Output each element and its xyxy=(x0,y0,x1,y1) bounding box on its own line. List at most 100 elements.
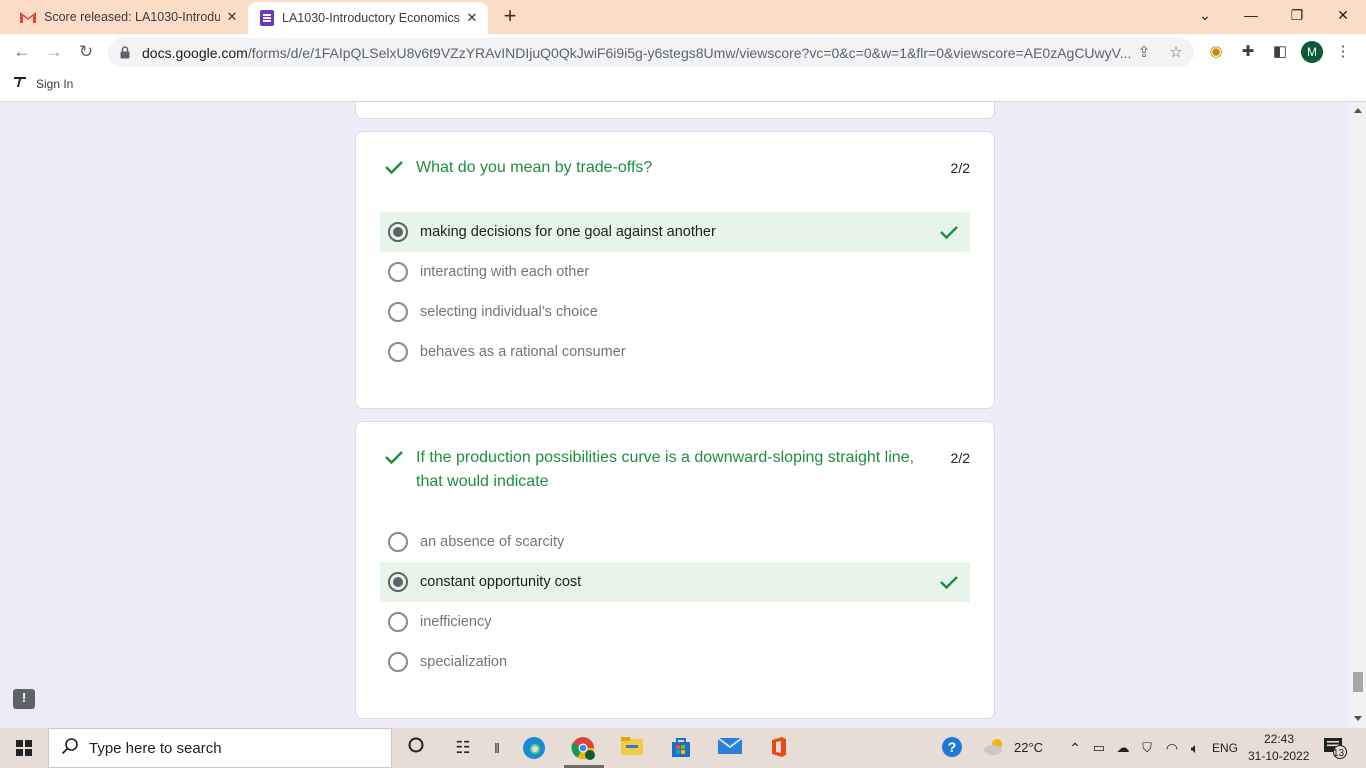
microsoft-store-icon[interactable] xyxy=(668,736,694,760)
tab-title: Score released: LA1030-Introduct xyxy=(44,10,220,24)
notification-count: 13 xyxy=(1333,748,1345,759)
scroll-thumb[interactable] xyxy=(1353,672,1363,692)
bookmark-star-icon[interactable]: ☆ xyxy=(1166,43,1186,63)
taskbar-search-box[interactable]: Type here to search xyxy=(48,728,392,768)
option-label: specialization xyxy=(420,654,508,670)
question-card: What do you mean by trade-offs? 2/2 maki… xyxy=(355,131,995,409)
tab-gmail[interactable]: Score released: LA1030-Introduct ✕ xyxy=(8,0,248,34)
radio-button xyxy=(388,532,408,552)
search-placeholder: Type here to search xyxy=(89,739,222,757)
previous-question-card xyxy=(355,102,995,119)
side-panel-icon[interactable]: ◧ xyxy=(1271,43,1289,61)
option-row: interacting with each other xyxy=(380,252,970,292)
task-view-icon[interactable]: ☷ xyxy=(450,736,476,760)
option-label: interacting with each other xyxy=(420,264,590,280)
weather-icon[interactable] xyxy=(982,736,1008,760)
question-title: If the production possibilities curve is… xyxy=(416,449,915,490)
windows-start-icon[interactable] xyxy=(16,740,32,756)
url-text: docs.google.com/forms/d/e/1FAIpQLSelxU8v… xyxy=(142,45,1132,61)
option-label: selecting individual’s choice xyxy=(420,304,598,320)
close-icon[interactable]: ✕ xyxy=(220,9,244,25)
tab-search-chevron-icon[interactable]: ⌄ xyxy=(1182,0,1228,32)
question-header: What do you mean by trade-offs? 2/2 xyxy=(383,156,970,180)
taskbar-divider-icon: ‖ xyxy=(494,740,500,756)
clock-date[interactable]: 31-10-2022 xyxy=(1248,749,1309,763)
back-button[interactable]: ← xyxy=(10,40,34,64)
google-forms-icon xyxy=(260,10,274,26)
question-header: If the production possibilities curve is… xyxy=(383,446,970,494)
option-row: inefficiency xyxy=(380,602,970,642)
correct-check-icon xyxy=(938,571,960,593)
radio-button xyxy=(388,652,408,672)
temperature[interactable]: 22°C xyxy=(1014,740,1043,755)
bookmark-sign-in[interactable]: Sign In xyxy=(14,76,73,91)
reload-button[interactable]: ↻ xyxy=(74,40,98,64)
browser-tab-strip: Score released: LA1030-Introduct ✕ LA103… xyxy=(0,0,1366,34)
option-row: behaves as a rational consumer xyxy=(380,332,970,372)
question-score: 2/2 xyxy=(950,450,970,466)
svg-text:?: ? xyxy=(948,739,957,755)
correct-check-icon xyxy=(938,221,960,243)
battery-plug-icon[interactable]: ▭ xyxy=(1086,736,1112,760)
language-indicator[interactable]: ENG xyxy=(1212,741,1238,755)
question-title: What do you mean by trade-offs? xyxy=(416,159,653,176)
share-icon[interactable]: ⇪ xyxy=(1134,43,1154,63)
tab-title: LA1030-Introductory Economics xyxy=(282,11,460,25)
bookmarks-bar: Sign In xyxy=(0,70,1366,102)
correct-check-icon xyxy=(383,446,405,468)
option-label: behaves as a rational consumer xyxy=(420,344,626,360)
mail-icon[interactable] xyxy=(717,736,743,760)
scroll-up-icon[interactable] xyxy=(1354,108,1362,113)
close-window-button[interactable]: ✕ xyxy=(1320,0,1366,32)
question-card: If the production possibilities curve is… xyxy=(355,421,995,719)
cortana-icon[interactable] xyxy=(403,736,429,760)
radio-button xyxy=(388,302,408,322)
option-label: making decisions for one goal against an… xyxy=(420,224,716,240)
avatar[interactable]: M xyxy=(1301,41,1323,63)
speaker-icon[interactable]: 🔈︎ xyxy=(1182,736,1208,760)
scroll-down-icon[interactable] xyxy=(1354,716,1362,721)
clock-time[interactable]: 22:43 xyxy=(1264,732,1294,746)
report-feedback-icon[interactable]: ! xyxy=(13,689,35,709)
close-icon[interactable]: ✕ xyxy=(460,10,484,26)
office-icon[interactable] xyxy=(766,736,792,760)
radio-button-selected xyxy=(388,572,408,592)
browser-toolbar: ← → ↻ docs.google.com/forms/d/e/1FAIpQLS… xyxy=(0,34,1366,70)
question-score: 2/2 xyxy=(950,160,970,176)
edge-browser-icon[interactable] xyxy=(521,736,547,760)
search-icon xyxy=(61,737,81,760)
help-icon[interactable]: ? xyxy=(939,736,965,760)
sync-cloud-icon[interactable]: ☁ xyxy=(1110,736,1136,760)
file-explorer-icon[interactable] xyxy=(619,736,645,760)
option-label: inefficiency xyxy=(420,614,492,630)
option-row: specialization xyxy=(380,642,970,682)
bookmark-logo-icon xyxy=(14,76,26,91)
option-row: making decisions for one goal against an… xyxy=(380,212,970,252)
extension-coin-icon[interactable]: ◉ xyxy=(1207,43,1225,61)
lock-icon xyxy=(120,46,130,59)
show-hidden-icons-chevron-icon[interactable]: ⌃ xyxy=(1062,736,1088,760)
radio-button xyxy=(388,262,408,282)
minimize-button[interactable]: — xyxy=(1228,0,1274,32)
option-row: selecting individual’s choice xyxy=(380,292,970,332)
tab-forms[interactable]: LA1030-Introductory Economics ✕ xyxy=(248,2,488,34)
restore-button[interactable]: ❐ xyxy=(1274,0,1320,32)
extensions-puzzle-icon[interactable]: ✚ xyxy=(1239,43,1257,61)
menu-dots-icon[interactable]: ⋮ xyxy=(1334,43,1352,61)
gmail-icon xyxy=(20,11,36,23)
page-scrollbar[interactable] xyxy=(1350,102,1366,727)
chrome-icon[interactable] xyxy=(570,736,596,760)
correct-check-icon xyxy=(383,156,405,178)
option-row: an absence of scarcity xyxy=(380,522,970,562)
option-label: constant opportunity cost xyxy=(420,574,582,590)
address-bar[interactable]: docs.google.com/forms/d/e/1FAIpQLSelxU8v… xyxy=(108,38,1194,67)
option-row: constant opportunity cost xyxy=(380,562,970,602)
form-content: What do you mean by trade-offs? 2/2 maki… xyxy=(0,102,1350,727)
radio-button-selected xyxy=(388,222,408,242)
forward-button[interactable]: → xyxy=(42,40,66,64)
option-label: an absence of scarcity xyxy=(420,534,565,550)
security-shield-icon[interactable]: ⛉ xyxy=(1134,736,1160,760)
windows-taskbar: Type here to search ☷ ‖ ? 22°C ⌃ ▭ ☁ ⛉ ◠… xyxy=(0,728,1366,768)
new-tab-button[interactable]: + xyxy=(498,4,522,28)
radio-button xyxy=(388,612,408,632)
